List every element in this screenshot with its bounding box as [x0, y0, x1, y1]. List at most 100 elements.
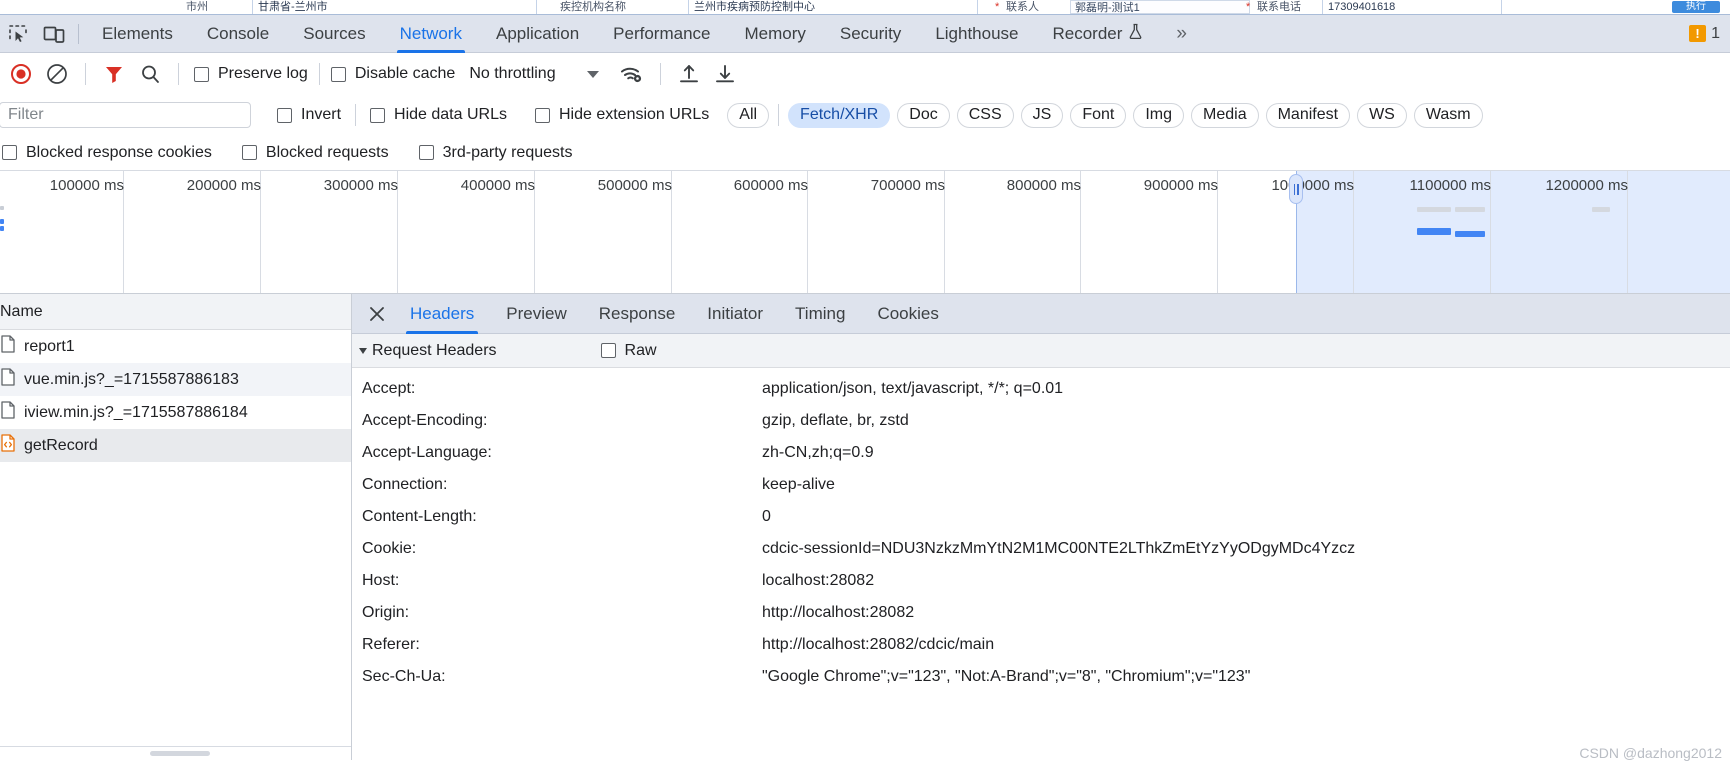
chip-manifest[interactable]: Manifest: [1265, 102, 1351, 128]
tab-performance[interactable]: Performance: [596, 15, 727, 53]
header-value: 0: [762, 508, 771, 525]
invert-checkbox[interactable]: Invert: [277, 106, 341, 124]
header-value: "Google Chrome";v="123", "Not:A-Brand";v…: [762, 668, 1251, 685]
checkbox-box: [277, 107, 292, 123]
table-row[interactable]: getRecord: [0, 429, 351, 462]
toolbar-divider-1: [85, 63, 86, 85]
close-icon[interactable]: [360, 297, 394, 331]
tab-initiator[interactable]: Initiator: [691, 294, 779, 334]
blocked-requests-checkbox[interactable]: Blocked requests: [241, 144, 389, 162]
page-field-value-2[interactable]: 郭磊明-测试1: [1070, 0, 1250, 14]
overview-request-bar: [0, 226, 4, 231]
tab-elements[interactable]: Elements: [85, 15, 190, 53]
network-conditions-icon[interactable]: [615, 57, 649, 91]
document-icon: [0, 401, 16, 424]
chevron-down-icon: [586, 70, 599, 78]
request-headers-section-header[interactable]: Request Headers Raw: [352, 334, 1730, 368]
column-header-name: Name: [0, 302, 43, 320]
overview-tick-label: 600000 ms: [733, 177, 808, 194]
tab-preview[interactable]: Preview: [490, 294, 582, 334]
chip-label: Media: [1203, 106, 1247, 123]
tab-headers[interactable]: Headers: [394, 294, 490, 334]
preserve-log-checkbox[interactable]: Preserve log: [194, 65, 308, 83]
detail-tab-bar: Headers Preview Response Initiator Timin…: [352, 294, 1730, 334]
raw-toggle-checkbox[interactable]: Raw: [600, 342, 657, 360]
tab-cookies[interactable]: Cookies: [861, 294, 954, 334]
tab-label: Memory: [744, 23, 806, 43]
chip-img[interactable]: Img: [1133, 102, 1185, 128]
hide-data-urls-checkbox[interactable]: Hide data URLs: [370, 106, 507, 124]
tab-console[interactable]: Console: [190, 15, 286, 53]
section-title: Request Headers: [372, 341, 497, 359]
chip-font[interactable]: Font: [1070, 102, 1127, 128]
export-har-icon[interactable]: [708, 57, 742, 91]
tab-lighthouse[interactable]: Lighthouse: [918, 15, 1035, 53]
header-row: Content-Length: 0: [352, 501, 1730, 533]
page-submit-button[interactable]: 执行: [1672, 1, 1720, 13]
tab-memory[interactable]: Memory: [727, 15, 822, 53]
filter-input[interactable]: [0, 102, 251, 128]
header-key: Accept-Encoding:: [362, 412, 488, 429]
tab-network[interactable]: Network: [383, 15, 479, 53]
chip-ws[interactable]: WS: [1357, 102, 1407, 128]
throttling-dropdown[interactable]: No throttling: [469, 65, 599, 83]
checkbox-box: [2, 145, 17, 160]
tab-response[interactable]: Response: [583, 294, 692, 334]
chip-label: Wasm: [1425, 106, 1471, 123]
tab-label: Application: [495, 23, 580, 43]
header-row: Accept-Encoding: gzip, deflate, br, zstd: [352, 405, 1730, 437]
header-value: gzip, deflate, br, zstd: [762, 412, 909, 429]
checkbox-box: [370, 107, 386, 123]
blocked-response-cookies-checkbox[interactable]: Blocked response cookies: [2, 144, 212, 162]
header-row: Referer: http://localhost:28082/cdcic/ma…: [352, 629, 1730, 661]
toolbar-divider-4: [659, 63, 661, 85]
hide-extension-urls-checkbox[interactable]: Hide extension URLs: [534, 106, 709, 124]
record-button[interactable]: [4, 57, 38, 91]
import-har-icon[interactable]: [672, 57, 706, 91]
tab-security[interactable]: Security: [823, 15, 918, 53]
table-row[interactable]: report1: [0, 330, 351, 363]
preserve-log-label: Preserve log: [218, 65, 308, 82]
disable-cache-checkbox[interactable]: Disable cache: [330, 65, 455, 83]
table-row[interactable]: vue.min.js?_=1715587886183: [0, 363, 351, 396]
header-value: http://localhost:28082: [762, 604, 915, 621]
chip-wasm[interactable]: Wasm: [1413, 102, 1483, 128]
chip-all[interactable]: All: [727, 102, 770, 128]
filter-button[interactable]: [97, 57, 131, 91]
network-toolbar: Preserve log Disable cache No throttling: [0, 53, 1730, 95]
page-field-value-1[interactable]: 兰州市疾病预防控制中心: [688, 0, 978, 14]
tab-application[interactable]: Application: [479, 15, 596, 53]
warnings-badge[interactable]: ! 1: [1689, 25, 1720, 43]
flask-icon: [1128, 23, 1143, 44]
overview-request-bar: [1455, 231, 1485, 237]
devtools-window: Elements Console Sources Network Applica…: [0, 14, 1730, 766]
chip-fetch-xhr[interactable]: Fetch/XHR: [788, 102, 891, 128]
underlying-page-strip: 市州 甘肃省-兰州市 疾控机构名称 兰州市疾病预防控制中心 * 联系人 郭磊明-…: [0, 0, 1730, 14]
third-party-requests-checkbox[interactable]: 3rd-party requests: [418, 144, 572, 162]
search-icon[interactable]: [133, 57, 167, 91]
inspect-element-icon[interactable]: [0, 15, 36, 53]
overview-request-bar: [1455, 207, 1485, 212]
chip-css[interactable]: CSS: [956, 102, 1014, 128]
page-required-mark-2: *: [995, 1, 1000, 13]
overview-selection-handle[interactable]: [1289, 174, 1303, 204]
device-toolbar-icon[interactable]: [36, 15, 72, 53]
clear-button[interactable]: [40, 57, 74, 91]
chip-label: Img: [1145, 106, 1173, 123]
request-list-header[interactable]: Name: [0, 294, 351, 330]
network-overview-timeline[interactable]: 100000 ms 200000 ms 300000 ms 400000 ms …: [0, 171, 1730, 294]
more-tabs-button[interactable]: »: [1160, 15, 1203, 53]
table-row[interactable]: iview.min.js?_=1715587886184: [0, 396, 351, 429]
tab-sources[interactable]: Sources: [286, 15, 382, 53]
page-field-value-0[interactable]: 甘肃省-兰州市: [252, 0, 537, 14]
chip-doc[interactable]: Doc: [897, 102, 950, 128]
page-field-value-3[interactable]: 17309401618: [1322, 0, 1502, 14]
overview-tick-label: 500000 ms: [597, 177, 672, 194]
chip-media[interactable]: Media: [1191, 102, 1259, 128]
blocked-response-cookies-label: Blocked response cookies: [26, 143, 212, 161]
tab-recorder[interactable]: Recorder: [1036, 15, 1161, 53]
tab-timing[interactable]: Timing: [779, 294, 861, 334]
document-icon: [0, 368, 16, 391]
chip-js[interactable]: JS: [1020, 102, 1064, 128]
tabbar-divider: [78, 23, 79, 44]
